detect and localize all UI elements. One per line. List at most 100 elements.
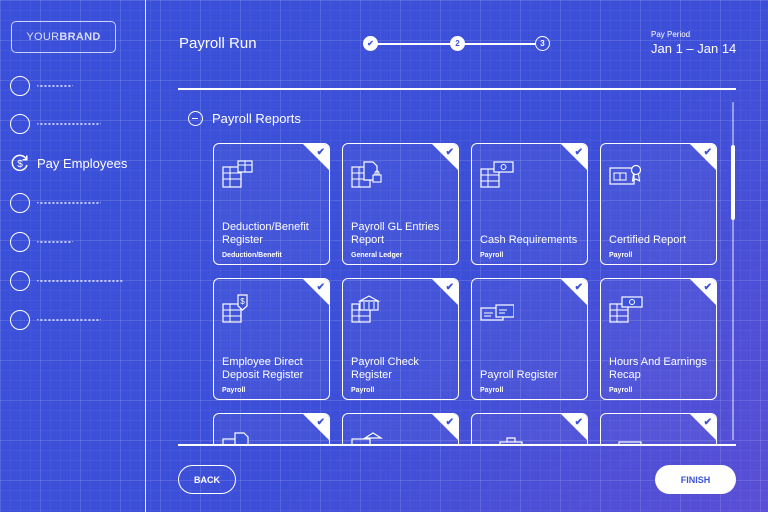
check-icon: ✔ [574, 147, 583, 158]
report-card[interactable]: ✔ Payroll GL Entries Report General Ledg… [342, 143, 459, 265]
sidebar: YOUR BRAND $ Pay Employees [0, 0, 146, 512]
progress-stepper: ✔ 2 3 [362, 35, 552, 53]
nav-item-7[interactable] [10, 309, 140, 331]
stepper-line [376, 43, 458, 45]
report-card[interactable]: ✔ Payroll Check Register Payroll [342, 278, 459, 400]
report-card[interactable]: ✔ [213, 413, 330, 444]
section-header[interactable]: Payroll Reports [188, 111, 301, 126]
check-icon: ✔ [445, 147, 454, 158]
finish-button[interactable]: FINISH [655, 465, 736, 494]
check-icon: ✔ [574, 417, 583, 428]
svg-text:$: $ [240, 297, 245, 306]
nav-placeholder-text [37, 119, 101, 125]
report-card[interactable]: ✔ Certified Report Payroll [600, 143, 717, 265]
step-1-done[interactable]: ✔ [363, 36, 378, 51]
card-title: Payroll Check Register [351, 356, 419, 381]
check-icon: ✔ [703, 417, 712, 428]
card-subtitle: Payroll [222, 387, 246, 394]
refresh-dollar-icon: $ [10, 153, 30, 173]
report-grid: ✔ Deduction/Benefit Register Deduction/B… [200, 140, 725, 444]
nav-item-4[interactable] [10, 192, 140, 214]
nav-item-5[interactable] [10, 231, 140, 253]
step-circle-icon [10, 271, 30, 291]
certificate-icon [609, 164, 642, 185]
check-icon: ✔ [316, 147, 325, 158]
report-card[interactable]: ✔ Payroll Register Payroll [471, 278, 588, 400]
nav-active-label: Pay Employees [37, 155, 128, 171]
table-document-icon [222, 432, 249, 444]
nav-item-6[interactable] [10, 270, 140, 292]
report-card[interactable]: ✔ Cash Requirements Payroll [471, 143, 588, 265]
step-circle-icon [10, 76, 30, 96]
card-subtitle: Deduction/Benefit [222, 252, 282, 259]
collapse-icon[interactable] [188, 111, 203, 126]
card-subtitle: Payroll [351, 387, 375, 394]
card-subtitle: Payroll [480, 252, 504, 259]
step-circle-icon [10, 310, 30, 330]
scrollbar-thumb[interactable] [731, 145, 735, 220]
table-gift-icon [222, 160, 253, 188]
nav-placeholder-text [37, 276, 123, 282]
pay-period-value: Jan 1 – Jan 14 [651, 41, 737, 56]
check-icon: ✔ [445, 282, 454, 293]
card-title: Payroll Register [480, 369, 558, 381]
app-frame: YOUR BRAND $ Pay Employees Payroll Run ✔… [0, 0, 768, 512]
card-title: Payroll GL Entries Report [351, 221, 440, 246]
table-bank-icon [351, 432, 384, 444]
report-card[interactable]: ✔ $ Employee Direct Deposit Register Pay… [213, 278, 330, 400]
check-icon: ✔ [574, 282, 583, 293]
card-subtitle: Payroll [609, 252, 633, 259]
nav-item-2[interactable] [10, 113, 140, 135]
brand-logo: YOUR BRAND [11, 21, 116, 53]
check-icon: ✔ [703, 282, 712, 293]
card-title: Certified Report [609, 234, 687, 246]
nav-placeholder-text [37, 237, 73, 243]
checks-icon [480, 304, 514, 321]
card-title: Cash Requirements [480, 234, 578, 246]
step-3-number: 3 [540, 39, 545, 48]
brand-prefix: YOUR [26, 31, 60, 43]
nav-item-1[interactable] [10, 75, 140, 97]
report-card[interactable]: ✔ Deduction/Benefit Register Deduction/B… [213, 143, 330, 265]
footer-divider [178, 444, 736, 446]
check-icon: ✔ [367, 39, 374, 48]
table-dollar-icon: $ [222, 294, 248, 323]
step-3[interactable]: 3 [535, 36, 550, 51]
step-circle-icon [10, 193, 30, 213]
table-bank-icon [351, 295, 381, 323]
report-card[interactable]: ✔ [342, 413, 459, 444]
page-title: Payroll Run [179, 35, 257, 52]
report-card[interactable]: ✔ Hours And Earnings Recap Payroll [600, 278, 717, 400]
briefcase-icon [499, 437, 523, 444]
nav-placeholder-text [37, 198, 101, 204]
report-card[interactable]: ✔ [600, 413, 717, 444]
pay-period-label: Pay Period [651, 30, 691, 39]
check-icon: ✔ [445, 417, 454, 428]
table-money-icon [609, 296, 643, 323]
step-circle-icon [10, 232, 30, 252]
check-icon: ✔ [316, 282, 325, 293]
card-title: Hours And Earnings Recap [609, 356, 707, 381]
document-lock-icon [351, 161, 382, 188]
check-icon: ✔ [316, 417, 325, 428]
nav-placeholder-text [37, 81, 73, 87]
step-2[interactable]: 2 [450, 36, 465, 51]
certificate-icon [618, 441, 642, 444]
card-subtitle: Payroll [609, 387, 633, 394]
table-cash-icon [480, 161, 514, 188]
step-circle-icon [10, 114, 30, 134]
section-title: Payroll Reports [212, 111, 301, 126]
header-divider [178, 88, 736, 90]
nav-item-pay-employees[interactable]: $ Pay Employees [10, 152, 140, 174]
card-title: Deduction/Benefit Register [222, 221, 309, 246]
card-subtitle: Payroll [480, 387, 504, 394]
back-button[interactable]: BACK [178, 465, 236, 494]
card-title: Employee Direct Deposit Register [222, 356, 304, 381]
check-icon: ✔ [703, 147, 712, 158]
svg-text:$: $ [17, 159, 23, 170]
brand-bold: BRAND [59, 31, 101, 43]
step-2-number: 2 [455, 39, 460, 48]
nav-placeholder-text [37, 315, 101, 321]
stepper-line [463, 43, 535, 45]
report-card[interactable]: ✔ [471, 413, 588, 444]
